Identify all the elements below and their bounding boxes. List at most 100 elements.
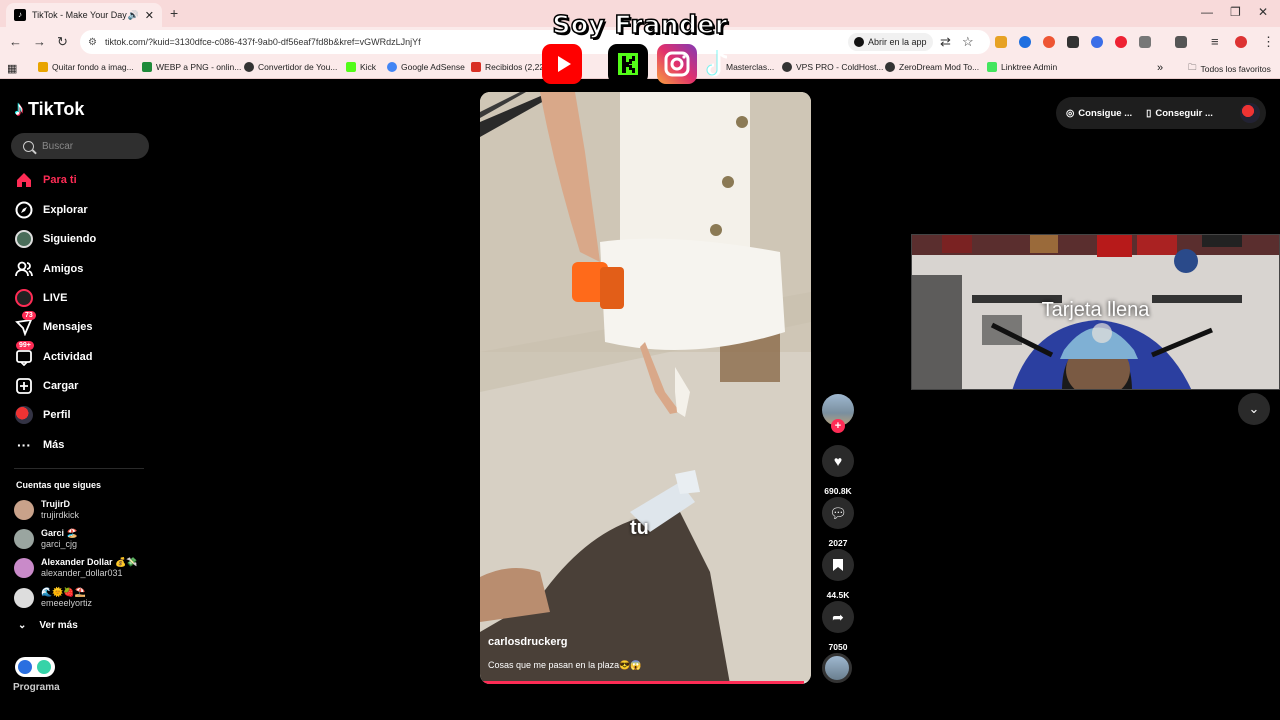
extension-icon[interactable] (1043, 36, 1055, 48)
program-toggle[interactable] (15, 657, 55, 677)
bookmark-favicon-icon (38, 62, 48, 72)
adblock-icon[interactable] (1115, 36, 1127, 48)
back-icon[interactable]: ← (9, 34, 22, 49)
forward-icon[interactable]: → (33, 34, 46, 49)
follow-plus-button[interactable]: + (831, 419, 845, 433)
comment-action[interactable]: 💬︎ 2027 (822, 497, 854, 548)
open-in-app-button[interactable]: Abrir en la app (848, 33, 933, 51)
get-coins-button[interactable]: ◎ Consigue ... (1066, 108, 1132, 119)
more-icon: ··· (17, 437, 31, 453)
search-input[interactable]: Buscar (11, 133, 149, 159)
comment-count: 2027 (828, 538, 848, 548)
bookmark-item[interactable]: Google AdSense (387, 62, 465, 72)
nav-profile[interactable]: Perfil (14, 404, 71, 426)
save-count: 44.5K (826, 590, 850, 600)
video-author[interactable]: carlosdruckerg (488, 636, 567, 648)
linktree-favicon-icon (987, 62, 997, 72)
bookmark-item[interactable]: VPS PRO - ColdHost... (782, 62, 883, 72)
speaker-icon[interactable]: 🔊 (128, 10, 139, 21)
kick-icon (608, 44, 648, 84)
following-avatar-icon (14, 229, 34, 249)
browser-tab[interactable]: ♪ TikTok - Make Your Day 🔊 ✕ (6, 3, 162, 27)
close-tab-icon[interactable]: ✕ (145, 9, 154, 22)
webcam-label: Tarjeta llena (1041, 299, 1150, 321)
save-action[interactable]: 44.5K (822, 549, 854, 600)
avatar (14, 588, 34, 608)
following-account[interactable]: Alexander Dollar 💰💸 alexander_dollar031 (14, 557, 137, 579)
close-window-icon[interactable]: ✕ (1258, 5, 1268, 19)
following-account[interactable]: Garci 🏖️ garci_cjg (14, 528, 78, 550)
messages-icon: 73 (14, 311, 36, 337)
bookmark-item[interactable]: ZeroDream Mod To... (885, 62, 979, 72)
nav-explore[interactable]: Explorar (14, 199, 88, 221)
folder-icon: 🗀 (1188, 62, 1197, 72)
program-app-icon (18, 660, 32, 674)
next-video-button[interactable]: ⌄ (1238, 393, 1270, 425)
nav-following[interactable]: Siguiendo (14, 228, 96, 250)
video-player[interactable]: tu carlosdruckerg Cosas que me pasan en … (480, 92, 811, 684)
phone-icon: ▯ (1146, 107, 1152, 119)
see-more-button[interactable]: ⌄ Ver más (18, 620, 78, 631)
comment-icon[interactable]: 💬︎ (822, 497, 854, 529)
bookmark-star-icon[interactable]: ☆ (962, 34, 974, 50)
bookmark-favicon-icon (244, 62, 254, 72)
all-bookmarks-folder[interactable]: 🗀 Todos los favoritos (1188, 62, 1271, 76)
extensions-puzzle-icon[interactable] (1139, 36, 1151, 48)
youtube-icon (542, 44, 582, 84)
music-disc-icon[interactable] (822, 653, 852, 683)
bookmark-favicon-icon (142, 62, 152, 72)
bookmark-item[interactable]: Linktree Admin (987, 62, 1057, 72)
chevron-down-icon: ⌄ (1248, 401, 1260, 416)
bookmark-item[interactable]: WEBP a PNG - onlin... (142, 62, 241, 72)
cast-icon[interactable] (1175, 36, 1187, 48)
translate-icon[interactable]: ⇄ (940, 34, 951, 50)
profile-avatar-icon[interactable] (1235, 36, 1247, 48)
extension-icon[interactable] (1067, 36, 1079, 48)
extension-icon[interactable] (1019, 36, 1031, 48)
extension-icon[interactable] (995, 36, 1007, 48)
video-frame (480, 92, 811, 684)
share-icon[interactable]: ➦ (822, 601, 854, 633)
apps-grid-icon[interactable]: ▦ (7, 62, 17, 75)
video-progress-bar[interactable] (480, 681, 811, 684)
user-avatar[interactable] (1240, 103, 1260, 123)
heart-icon[interactable]: ♥ (822, 445, 854, 477)
webcam-overlay: Tarjeta llena (911, 234, 1280, 390)
like-action[interactable]: ♥ 690.8K (822, 445, 854, 496)
nav-live[interactable]: LIVE (14, 287, 67, 309)
site-info-icon[interactable]: ⚙ (88, 37, 97, 48)
bookmark-item[interactable]: Kick (346, 62, 376, 72)
bookmark-favicon-icon (782, 62, 792, 72)
minimize-icon[interactable]: — (1201, 5, 1213, 19)
nav-for-you[interactable]: Para ti (14, 169, 77, 191)
get-app-button[interactable]: ▯ Conseguir ... (1146, 108, 1213, 119)
more-bookmarks-icon[interactable]: » (1157, 62, 1163, 74)
reload-icon[interactable]: ↻ (57, 34, 68, 50)
nav-friends[interactable]: Amigos (14, 258, 83, 280)
coin-icon: ◎ (1066, 107, 1075, 119)
nav-messages[interactable]: 73 Mensajes (14, 311, 93, 338)
nav-activity[interactable]: 99+ Actividad (14, 341, 93, 368)
media-control-icon[interactable]: ≡ (1211, 34, 1219, 49)
bookmark-item[interactable]: Quitar fondo a imag... (38, 62, 134, 72)
nav-upload[interactable]: Cargar (14, 375, 78, 397)
tiktok-logo-icon: ♪ (14, 98, 24, 120)
tiktok-icon (699, 44, 739, 84)
tiktok-logo[interactable]: ♪ TikTok (14, 98, 84, 121)
extension-icon[interactable] (1091, 36, 1103, 48)
bookmark-item[interactable]: Convertidor de You... (244, 62, 337, 72)
instagram-icon (657, 44, 697, 84)
following-account[interactable]: 🌊🌞🍓⛱️ emeeelyortiz (14, 587, 92, 609)
following-account[interactable]: TrujirD trujirdkick (14, 499, 79, 521)
google-favicon-icon (387, 62, 397, 72)
program-power-icon (37, 660, 51, 674)
bookmark-item[interactable]: Recibidos (2,229) (471, 62, 552, 72)
restore-icon[interactable]: ❐ (1230, 5, 1241, 19)
live-icon (14, 288, 34, 308)
bookmark-icon[interactable] (822, 549, 854, 581)
nav-more[interactable]: ··· Más (14, 434, 64, 456)
share-action[interactable]: ➦ 7050 (822, 601, 854, 652)
new-tab-button[interactable]: + (170, 5, 178, 21)
url-text: tiktok.com/?kuid=3130dfce-c086-437f-9ab0… (104, 37, 421, 47)
menu-icon[interactable]: ⋮ (1262, 34, 1275, 50)
